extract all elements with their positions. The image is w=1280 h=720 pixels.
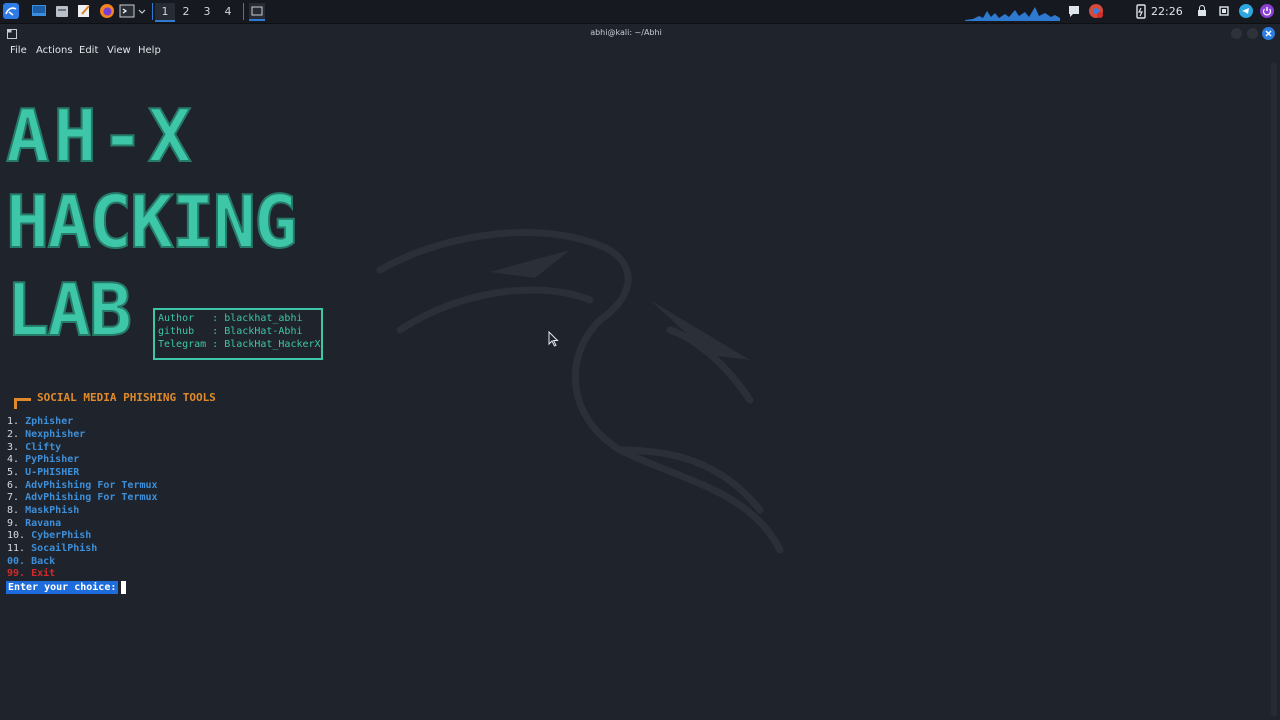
workspace-3[interactable]: 3	[197, 3, 217, 20]
file-manager-icon[interactable]	[54, 3, 70, 19]
close-button[interactable]	[1262, 27, 1275, 40]
option-number: 5.	[7, 467, 20, 478]
window-title: abhi@kali: ~/Abhi	[590, 28, 662, 37]
notification-icon[interactable]	[1066, 3, 1082, 19]
option-number: 1.	[7, 416, 20, 427]
option-label: AdvPhishing For Termux	[25, 480, 158, 491]
menu-file[interactable]: File	[10, 45, 27, 56]
banner-line-hacking: HACKING	[5, 180, 298, 264]
choice-prompt: Enter your choice:	[6, 581, 119, 594]
option-label: Nexphisher	[25, 429, 86, 440]
display-icon[interactable]	[1216, 3, 1232, 19]
workspace-4[interactable]: 4	[218, 3, 238, 20]
taskbar-separator	[152, 3, 153, 20]
menu-option: 7. AdvPhishing For Termux	[7, 492, 158, 503]
menu-option-back: 00. Back	[7, 556, 55, 567]
option-label: AdvPhishing For Termux	[25, 492, 158, 503]
option-label: U-PHISHER	[25, 467, 80, 478]
menu-option: 2. Nexphisher	[7, 429, 85, 440]
option-number: 7.	[7, 492, 20, 503]
option-label: CyberPhish	[31, 530, 92, 541]
desktop-icon[interactable]	[31, 3, 47, 19]
text-cursor[interactable]	[121, 581, 126, 594]
option-number: 6.	[7, 480, 20, 491]
menu-help[interactable]: Help	[138, 45, 161, 56]
telegram-icon[interactable]	[1238, 3, 1254, 19]
kali-menu-icon[interactable]	[3, 3, 19, 19]
option-number: 9.	[7, 518, 20, 529]
chrome-icon[interactable]	[1088, 3, 1104, 19]
option-label: PyPhisher	[25, 454, 80, 465]
workspace-1[interactable]: 1	[155, 3, 175, 22]
clock[interactable]: 22:26	[1151, 3, 1183, 20]
section-title: SOCIAL MEDIA PHISHING TOOLS	[37, 391, 216, 404]
menu-bar: File Actions Edit View Help	[0, 44, 1270, 60]
menu-actions[interactable]: Actions	[36, 45, 73, 56]
text-editor-icon[interactable]	[76, 3, 92, 19]
option-number: 11.	[7, 543, 26, 554]
option-label: Ravana	[25, 518, 62, 529]
info-author: Author : blackhat_abhi	[158, 313, 303, 324]
author-info-box: Author : blackhat_abhi github : BlackHat…	[153, 308, 323, 360]
taskbar: 1 2 3 4 22:26	[0, 0, 1280, 24]
option-label: Back	[31, 556, 56, 567]
option-number: 10.	[7, 530, 26, 541]
banner-line-ah-x: AH-X	[5, 94, 196, 178]
scrollbar[interactable]	[1271, 62, 1277, 717]
info-github: github : BlackHat-Abhi	[158, 326, 303, 337]
workspace-2[interactable]: 2	[176, 3, 196, 20]
title-bar[interactable]: abhi@kali: ~/Abhi	[0, 24, 1280, 44]
maximize-button[interactable]	[1247, 28, 1258, 39]
cpu-graph-icon	[965, 7, 1060, 21]
menu-option: 6. AdvPhishing For Termux	[7, 480, 158, 491]
kali-dragon-watermark	[376, 229, 784, 554]
banner-line-lab: LAB	[5, 268, 133, 352]
power-icon[interactable]	[1259, 3, 1275, 19]
minimize-button[interactable]	[1231, 28, 1242, 39]
option-number: 4.	[7, 454, 20, 465]
terminal-icon[interactable]	[119, 3, 135, 19]
lock-icon[interactable]	[1194, 3, 1210, 19]
menu-option: 5. U-PHISHER	[7, 467, 79, 478]
taskbar-separator	[243, 3, 244, 20]
option-label: SocailPhish	[31, 543, 98, 554]
section-bracket-icon	[14, 398, 31, 409]
option-number: 00.	[7, 556, 26, 567]
option-label: Clifty	[25, 442, 62, 453]
option-number: 99.	[7, 568, 26, 579]
menu-option: 10. CyberPhish	[7, 530, 91, 541]
option-label: MaskPhish	[25, 505, 80, 516]
option-number: 8.	[7, 505, 20, 516]
menu-edit[interactable]: Edit	[79, 45, 98, 56]
firefox-icon[interactable]	[99, 3, 115, 19]
option-number: 2.	[7, 429, 20, 440]
menu-option: 1. Zphisher	[7, 416, 73, 427]
option-label: Zphisher	[25, 416, 74, 427]
mouse-pointer-icon	[548, 331, 559, 347]
window-icon[interactable]	[249, 3, 265, 21]
menu-option-exit: 99. Exit	[7, 568, 55, 579]
menu-option: 4. PyPhisher	[7, 454, 79, 465]
chevron-down-icon[interactable]	[138, 3, 146, 19]
menu-option: 11. SocailPhish	[7, 543, 97, 554]
scrollbar-thumb[interactable]	[1271, 62, 1277, 717]
menu-option: 8. MaskPhish	[7, 505, 79, 516]
menu-option: 9. Ravana	[7, 518, 61, 529]
option-label: Exit	[31, 568, 56, 579]
option-number: 3.	[7, 442, 20, 453]
terminal-window: abhi@kali: ~/Abhi File Actions Edit View…	[0, 24, 1280, 720]
terminal-output[interactable]: AH-X HACKING LAB Author : blackhat_abhi …	[0, 60, 1270, 720]
menu-option: 3. Clifty	[7, 442, 61, 453]
menu-view[interactable]: View	[107, 45, 131, 56]
battery-icon	[1136, 4, 1146, 19]
info-telegram: Telegram : BlackHat_HackerX	[158, 339, 321, 350]
